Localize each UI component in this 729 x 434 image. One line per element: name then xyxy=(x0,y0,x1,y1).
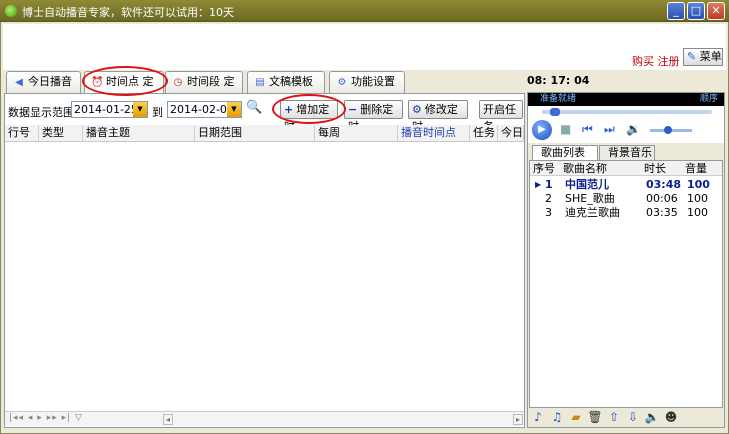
date-from-field[interactable]: 2014-01-25 ▼ xyxy=(71,101,148,118)
title-bar: 博士自动播音专家，软件还可以试用：10天 _ □ ✕ xyxy=(0,0,729,22)
start-task-button[interactable]: 开启任务 xyxy=(479,100,523,133)
tab-today[interactable]: ◀ 今日播音 xyxy=(6,71,81,93)
add-timer-button[interactable]: +增加定时 xyxy=(280,100,338,133)
speaker-icon: ◀ xyxy=(15,77,23,88)
col-duration[interactable]: 时长 xyxy=(644,161,666,176)
date-to-field[interactable]: 2014-02-01 ▼ xyxy=(167,101,242,118)
app-icon xyxy=(5,5,17,17)
user-icon[interactable]: ☻ xyxy=(663,409,679,425)
grid-navigator: |◂◂ ◂ ▸ ▸▸ ▸| ▽ ◂ ▸ xyxy=(5,411,524,426)
song-list-header: 序号 歌曲名称 时长 音量 xyxy=(530,161,722,176)
document-icon: ▤ xyxy=(255,77,265,88)
now-playing-icon: ▶ xyxy=(535,180,542,189)
song-row[interactable]: 2 SHE_歌曲 00:06 100 xyxy=(530,192,722,206)
col-subject[interactable]: 播音主题 xyxy=(83,125,195,141)
range-label: 数据显示范围: xyxy=(8,106,78,119)
col-song-no[interactable]: 序号 xyxy=(533,161,555,176)
scroll-right-arrow[interactable]: ▸ xyxy=(513,414,523,425)
trash-icon[interactable]: 🗑 xyxy=(587,409,603,425)
volume-icon[interactable]: 🔉 xyxy=(626,122,641,136)
dropdown-arrow-icon[interactable]: ▼ xyxy=(133,102,147,117)
search-icon[interactable]: 🔍 xyxy=(246,100,262,115)
speaker-settings-icon[interactable]: 🔈 xyxy=(644,409,660,425)
song-list: 序号 歌曲名称 时长 音量 ▶ 1 中国范儿 03:48 100 2 SHE_歌… xyxy=(529,160,723,408)
player-status: 准备就绪 xyxy=(540,94,577,104)
song-row[interactable]: 3 迪克兰歌曲 03:35 100 xyxy=(530,206,722,220)
gear-icon: ⚙ xyxy=(337,77,347,88)
clock-display: 08: 17: 04 xyxy=(527,74,590,87)
alarm-clock-icon: ⏰ xyxy=(91,77,104,88)
plus-icon: + xyxy=(284,103,294,116)
col-date-range[interactable]: 日期范围 xyxy=(195,125,315,141)
scroll-left-arrow[interactable]: ◂ xyxy=(163,414,173,425)
move-up-icon[interactable]: ⇧ xyxy=(606,409,622,425)
edit-icon: ⚙ xyxy=(412,103,422,116)
dropdown-arrow-icon[interactable]: ▼ xyxy=(227,102,241,117)
minimize-button[interactable]: _ xyxy=(667,2,685,20)
buy-link[interactable]: 购买 xyxy=(632,55,654,68)
window-title: 博士自动播音专家，软件还可以试用：10天 xyxy=(22,6,234,19)
menu-icon: ✎ xyxy=(687,50,697,63)
menu-button[interactable]: ✎ 菜单 xyxy=(683,48,723,66)
col-today[interactable]: 今日 xyxy=(498,125,524,141)
tab-time-point[interactable]: ⏰时间点 定时 xyxy=(84,71,164,109)
player-status-bar: 准备就绪 顺序 xyxy=(528,93,724,106)
col-task[interactable]: 任务 xyxy=(470,125,498,141)
buy-register-links: 购买 注册 xyxy=(632,53,680,69)
volume-slider[interactable] xyxy=(650,126,692,134)
col-weekly[interactable]: 每周 xyxy=(315,125,398,141)
stop-icon[interactable]: ■ xyxy=(560,122,571,136)
register-link[interactable]: 注册 xyxy=(658,55,680,68)
minus-icon: − xyxy=(348,103,358,116)
volume-knob[interactable] xyxy=(663,126,672,134)
col-time-point[interactable]: 播音时间点 xyxy=(398,125,470,141)
tab-time-range[interactable]: ◷时间段 定时 xyxy=(165,71,243,109)
play-mode[interactable]: 顺序 xyxy=(700,93,718,106)
schedule-panel xyxy=(4,93,525,428)
tab-background-music[interactable]: 背景音乐 xyxy=(599,145,655,160)
tab-templates[interactable]: ▤ 文稿模板 xyxy=(247,71,325,93)
add-song-icon[interactable]: ♪ xyxy=(530,409,546,425)
song-row[interactable]: ▶ 1 中国范儿 03:48 100 xyxy=(530,178,722,192)
media-player: 准备就绪 顺序 ▶ ■ ⏮ ⏭ 🔉 xyxy=(528,93,724,143)
delete-timer-button[interactable]: −删除定时 xyxy=(344,100,403,133)
close-button[interactable]: ✕ xyxy=(707,2,725,20)
col-volume[interactable]: 音量 xyxy=(685,161,707,176)
remove-song-icon[interactable]: ♫ xyxy=(549,409,565,425)
progress-knob[interactable] xyxy=(550,108,560,116)
tab-settings[interactable]: ⚙ 功能设置 xyxy=(329,71,405,93)
header-area xyxy=(3,24,726,70)
folder-icon[interactable]: ▰ xyxy=(568,409,584,425)
col-song-name[interactable]: 歌曲名称 xyxy=(563,161,607,176)
edit-timer-button[interactable]: ⚙修改定时 xyxy=(408,100,468,133)
tab-song-list[interactable]: 歌曲列表 xyxy=(532,145,598,160)
previous-icon[interactable]: ⏮ xyxy=(582,122,593,137)
maximize-button[interactable]: □ xyxy=(687,2,705,20)
move-down-icon[interactable]: ⇩ xyxy=(625,409,641,425)
to-label: 到 xyxy=(152,106,163,119)
col-row-no[interactable]: 行号 xyxy=(5,125,39,141)
col-type[interactable]: 类型 xyxy=(39,125,83,141)
clock-icon: ◷ xyxy=(173,77,183,88)
progress-slider[interactable] xyxy=(542,108,712,116)
schedule-grid-header: 行号 类型 播音主题 日期范围 每周 播音时间点 任务 今日 xyxy=(5,125,524,142)
record-nav-buttons[interactable]: |◂◂ ◂ ▸ ▸▸ ▸| ▽ xyxy=(9,413,83,423)
next-icon[interactable]: ⏭ xyxy=(604,122,615,137)
play-icon[interactable]: ▶ xyxy=(532,120,552,140)
